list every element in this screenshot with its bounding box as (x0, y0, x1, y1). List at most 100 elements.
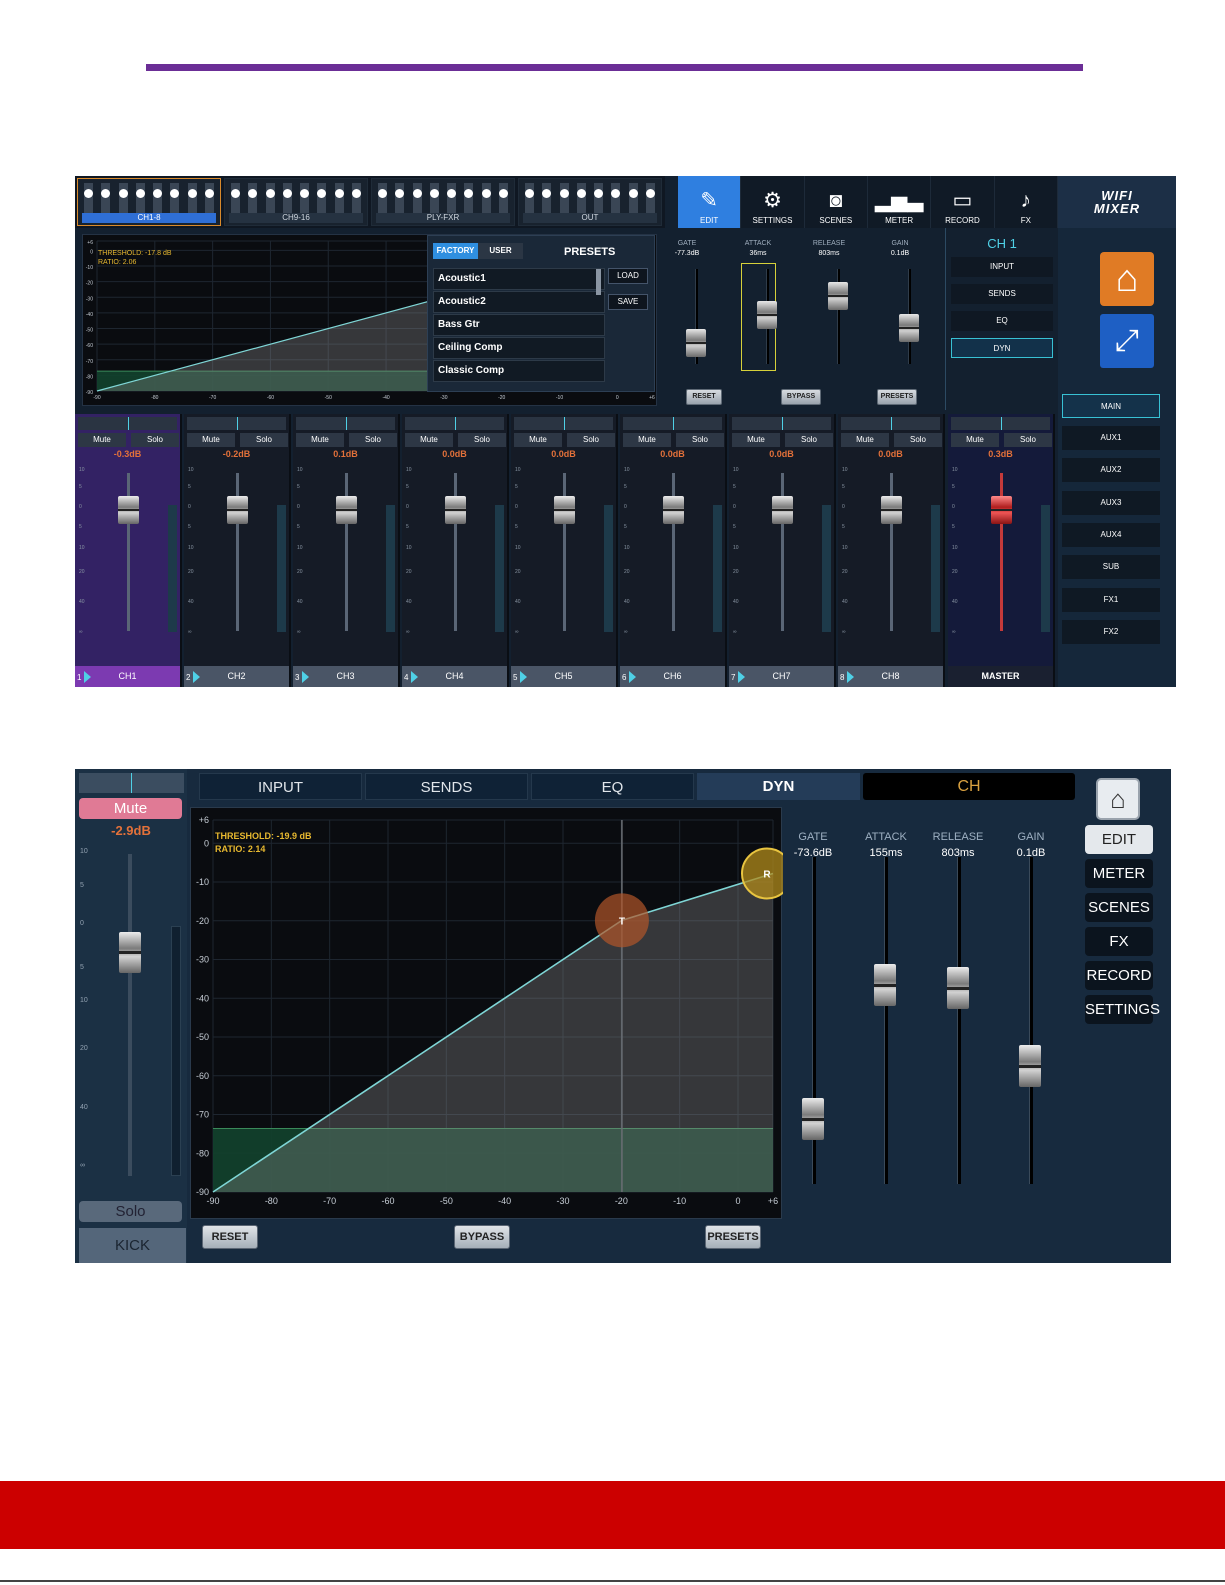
channel-fader[interactable] (118, 496, 139, 524)
fx-button[interactable]: ♪ FX (994, 176, 1058, 228)
mute-button[interactable]: Mute (951, 433, 999, 447)
reset-button[interactable]: RESET (686, 389, 722, 405)
settings-button[interactable]: ⚙ SETTINGS (741, 176, 805, 228)
bus-aux2[interactable]: AUX2 (1062, 458, 1160, 482)
attack-fader[interactable] (757, 300, 777, 329)
preset-item[interactable]: Acoustic1 (433, 268, 605, 290)
mute-button[interactable]: Mute (514, 433, 562, 447)
fullscreen-button[interactable]: ⤢ (1100, 314, 1154, 368)
solo-button[interactable]: Solo (676, 433, 724, 447)
home-button[interactable]: ⌂ (1100, 252, 1154, 306)
channel-fader[interactable] (119, 932, 141, 973)
mute-button[interactable]: Mute (78, 433, 126, 447)
channel-fader[interactable] (445, 496, 466, 524)
menu-fx[interactable]: FX (1085, 927, 1153, 956)
pan-slider[interactable] (79, 773, 184, 793)
channel-fader[interactable] (772, 496, 793, 524)
preset-item[interactable]: Classic Comp (433, 360, 605, 382)
pan-slider[interactable] (405, 417, 504, 430)
gain-fader[interactable] (1019, 1045, 1041, 1088)
menu-settings[interactable]: SETTINGS (1085, 995, 1160, 1024)
input-button[interactable]: INPUT (951, 257, 1053, 277)
solo-button[interactable]: Solo (458, 433, 506, 447)
mute-button[interactable]: Mute (732, 433, 780, 447)
bus-aux1[interactable]: AUX1 (1062, 426, 1160, 450)
bypass-button[interactable]: BYPASS (781, 389, 821, 405)
bank-ch9-16[interactable]: CH9-16 (224, 178, 368, 226)
channel-fader[interactable] (554, 496, 575, 524)
channel-fader[interactable] (336, 496, 357, 524)
record-button[interactable]: ▭ RECORD (931, 176, 995, 228)
preset-item[interactable]: Acoustic2 (433, 291, 605, 313)
mute-button[interactable]: Mute (187, 433, 235, 447)
release-fader[interactable] (828, 281, 848, 310)
home-button[interactable]: ⌂ (1096, 778, 1140, 820)
channel-fader[interactable] (663, 496, 684, 524)
gate-fader[interactable] (802, 1097, 824, 1140)
bank-out[interactable]: OUT (518, 178, 662, 226)
pan-slider[interactable] (514, 417, 613, 430)
save-button[interactable]: SAVE (608, 294, 648, 310)
menu-edit[interactable]: EDIT (1085, 825, 1153, 854)
solo-button[interactable]: Solo (785, 433, 833, 447)
solo-button[interactable]: Solo (240, 433, 288, 447)
solo-button[interactable]: Solo (349, 433, 397, 447)
mute-button[interactable]: Mute (296, 433, 344, 447)
bus-aux3[interactable]: AUX3 (1062, 491, 1160, 515)
solo-button[interactable]: Solo (1004, 433, 1052, 447)
mute-button[interactable]: Mute (841, 433, 889, 447)
meter-button[interactable]: ▂▅▃ METER (867, 176, 932, 228)
solo-button[interactable]: Solo (894, 433, 942, 447)
bank-ply-fxr[interactable]: PLY-FXR (371, 178, 515, 226)
menu-record[interactable]: RECORD (1085, 961, 1153, 990)
mute-button[interactable]: Mute (623, 433, 671, 447)
factory-tab[interactable]: FACTORY (433, 243, 478, 259)
menu-meter[interactable]: METER (1085, 859, 1153, 888)
load-button[interactable]: LOAD (608, 268, 648, 284)
bank-ch1-8[interactable]: CH1-8 (77, 178, 221, 226)
pan-slider[interactable] (732, 417, 831, 430)
bus-aux4[interactable]: AUX4 (1062, 523, 1160, 547)
pan-slider[interactable] (78, 417, 177, 430)
solo-button[interactable]: Solo (131, 433, 179, 447)
pan-slider[interactable] (296, 417, 395, 430)
gain-fader[interactable] (899, 313, 919, 342)
eq-button[interactable]: EQ (951, 311, 1053, 331)
bypass-button[interactable]: BYPASS (454, 1225, 510, 1249)
reset-button[interactable]: RESET (202, 1225, 258, 1249)
pan-slider[interactable] (841, 417, 940, 430)
preset-item[interactable]: Bass Gtr (433, 314, 605, 336)
channel-fader[interactable] (881, 496, 902, 524)
pan-slider[interactable] (187, 417, 286, 430)
pan-slider[interactable] (951, 417, 1050, 430)
tab-eq[interactable]: EQ (531, 773, 694, 800)
gate-fader[interactable] (686, 329, 706, 358)
scenes-button[interactable]: ◙ SCENES (804, 176, 868, 228)
edit-button[interactable]: ✎ EDIT (678, 176, 742, 228)
bus-main[interactable]: MAIN (1062, 394, 1160, 418)
tab-input[interactable]: INPUT (199, 773, 362, 800)
channel-name-field[interactable]: CH (863, 773, 1075, 800)
menu-scenes[interactable]: SCENES (1085, 893, 1153, 922)
bus-fx2[interactable]: FX2 (1062, 620, 1160, 644)
dyn-graph[interactable]: T R +6 0 -10 -20 -30 -40 -50 -60 -70 -80 -90 -90 -80 -7… (190, 807, 783, 1219)
solo-button[interactable]: Solo (79, 1201, 182, 1222)
preset-scrollbar[interactable] (596, 269, 601, 295)
solo-button[interactable]: Solo (567, 433, 615, 447)
presets-button[interactable]: PRESETS (705, 1225, 761, 1249)
dyn-button[interactable]: DYN (951, 338, 1053, 358)
mute-button[interactable]: Mute (79, 798, 182, 819)
user-tab[interactable]: USER (478, 243, 523, 259)
tab-dyn[interactable]: DYN (697, 773, 860, 800)
channel-fader[interactable] (991, 496, 1012, 524)
sends-button[interactable]: SENDS (951, 284, 1053, 304)
bus-fx1[interactable]: FX1 (1062, 588, 1160, 612)
preset-item[interactable]: Ceiling Comp (433, 337, 605, 359)
release-fader[interactable] (947, 966, 969, 1009)
bus-sub[interactable]: SUB (1062, 555, 1160, 579)
attack-fader[interactable] (874, 963, 896, 1006)
tab-sends[interactable]: SENDS (365, 773, 528, 800)
channel-fader[interactable] (227, 496, 248, 524)
presets-button[interactable]: PRESETS (877, 389, 917, 405)
mute-button[interactable]: Mute (405, 433, 453, 447)
